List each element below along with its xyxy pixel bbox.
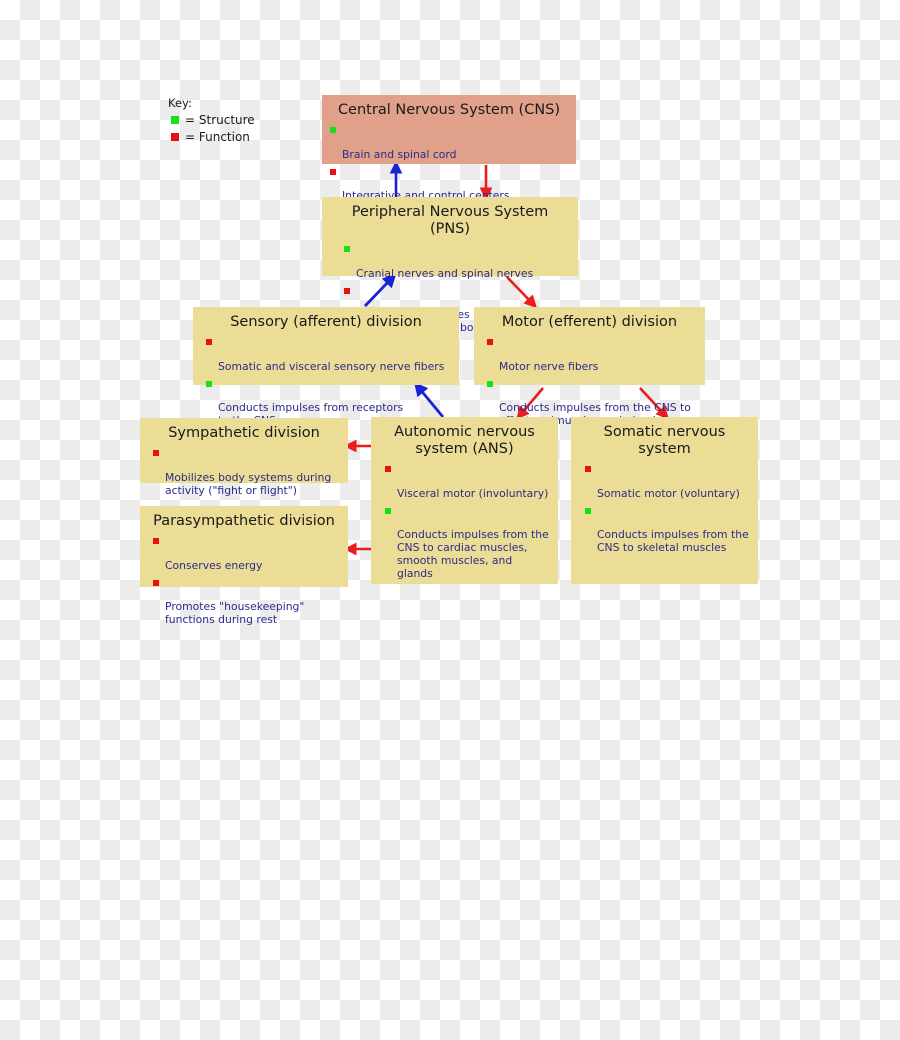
bullet-text: Cranial nerves and spinal nerves (356, 266, 534, 280)
red-square-icon (171, 133, 179, 141)
bullet-text: Motor nerve fibers (499, 359, 599, 373)
bullet-text: Conducts impulses from the CNS to skelet… (597, 528, 749, 555)
bullet-item: Conducts impulses from the CNS to cardia… (385, 504, 550, 581)
green-square-icon (385, 507, 391, 514)
box-somatic-nervous-system-bullets: Somatic motor (voluntary) Conducts impul… (579, 462, 750, 555)
box-sensory-division-title: Sensory (afferent) division (230, 314, 422, 330)
bullet-text: Brain and spinal cord (342, 147, 457, 161)
box-parasympathetic-division-bullets: Conserves energy Promotes "housekeeping"… (148, 534, 340, 627)
nervous-system-diagram: Key: = Structure = Function Central Nerv… (0, 0, 900, 1040)
bullet-item: Cranial nerves and spinal nerves (344, 242, 570, 281)
bullet-item: Visceral motor (involuntary) (385, 462, 550, 501)
green-square-icon (344, 246, 350, 253)
bullet-text: Somatic motor (voluntary) (597, 486, 740, 500)
bullet-item: Somatic and visceral sensory nerve fiber… (206, 335, 451, 374)
box-pns-title: Peripheral Nervous System (PNS) (351, 204, 549, 238)
bullet-item: Mobilizes body systems during activity (… (153, 446, 340, 497)
bullet-item: Conducts impulses from the CNS to skelet… (585, 504, 750, 555)
green-square-icon (171, 116, 179, 124)
red-square-icon (585, 466, 591, 473)
box-motor-division: Motor (efferent) division Motor nerve fi… (474, 307, 705, 427)
box-motor-division-bullets: Motor nerve fibers Conducts impulses fro… (482, 335, 697, 428)
box-sensory-division-bullets: Somatic and visceral sensory nerve fiber… (201, 335, 451, 428)
red-square-icon (206, 339, 212, 346)
box-autonomic-nervous-system-title: Autonomic nervous system (ANS) (394, 424, 535, 458)
green-square-icon (330, 127, 336, 134)
legend-item-function-label: = Function (185, 130, 250, 144)
legend: Key: = Structure = Function (168, 96, 318, 147)
red-square-icon (344, 287, 350, 294)
bullet-item: Brain and spinal cord (330, 123, 568, 162)
legend-item-structure-label: = Structure (185, 113, 255, 127)
green-square-icon (487, 380, 493, 387)
box-sympathetic-division-bullets: Mobilizes body systems during activity (… (148, 446, 340, 497)
bullet-text: Somatic and visceral sensory nerve fiber… (218, 359, 445, 373)
box-autonomic-nervous-system-bullets: Visceral motor (involuntary) Conducts im… (379, 462, 550, 581)
box-somatic-nervous-system: Somatic nervous system Somatic motor (vo… (571, 417, 758, 584)
bullet-text: Promotes "housekeeping" functions during… (165, 600, 305, 627)
bullet-item: Conserves energy (153, 534, 340, 573)
box-cns: Central Nervous System (CNS) Brain and s… (322, 95, 576, 202)
box-autonomic-nervous-system: Autonomic nervous system (ANS) Visceral … (371, 417, 558, 584)
bullet-text: Conserves energy (165, 558, 263, 572)
legend-item-function: = Function (168, 130, 318, 144)
box-sensory-division: Sensory (afferent) division Somatic and … (193, 307, 459, 427)
box-somatic-nervous-system-title: Somatic nervous system (603, 424, 726, 458)
legend-title: Key: (168, 96, 192, 110)
bullet-text: Mobilizes body systems during activity (… (165, 470, 332, 497)
box-sympathetic-division: Sympathetic division Mobilizes body syst… (140, 418, 348, 497)
red-square-icon (330, 168, 336, 175)
legend-item-structure: = Structure (168, 113, 318, 127)
box-parasympathetic-division-title: Parasympathetic division (153, 513, 335, 529)
red-square-icon (153, 579, 159, 586)
bullet-item: Motor nerve fibers (487, 335, 697, 374)
bullet-item: Promotes "housekeeping" functions during… (153, 576, 340, 627)
red-square-icon (487, 339, 493, 346)
bullet-text: Visceral motor (involuntary) (397, 486, 549, 500)
box-sympathetic-division-title: Sympathetic division (168, 425, 320, 441)
red-square-icon (385, 466, 391, 473)
bullet-item: Somatic motor (voluntary) (585, 462, 750, 501)
box-parasympathetic-division: Parasympathetic division Conserves energ… (140, 506, 348, 626)
box-motor-division-title: Motor (efferent) division (501, 314, 678, 330)
red-square-icon (153, 538, 159, 545)
bullet-text: Conducts impulses from the CNS to cardia… (397, 528, 549, 580)
box-cns-title: Central Nervous System (CNS) (337, 102, 561, 118)
box-cns-bullets: Brain and spinal cord Integrative and co… (330, 123, 568, 203)
red-square-icon (153, 450, 159, 457)
box-pns: Peripheral Nervous System (PNS) Cranial … (322, 197, 578, 334)
green-square-icon (206, 380, 212, 387)
green-square-icon (585, 507, 591, 514)
